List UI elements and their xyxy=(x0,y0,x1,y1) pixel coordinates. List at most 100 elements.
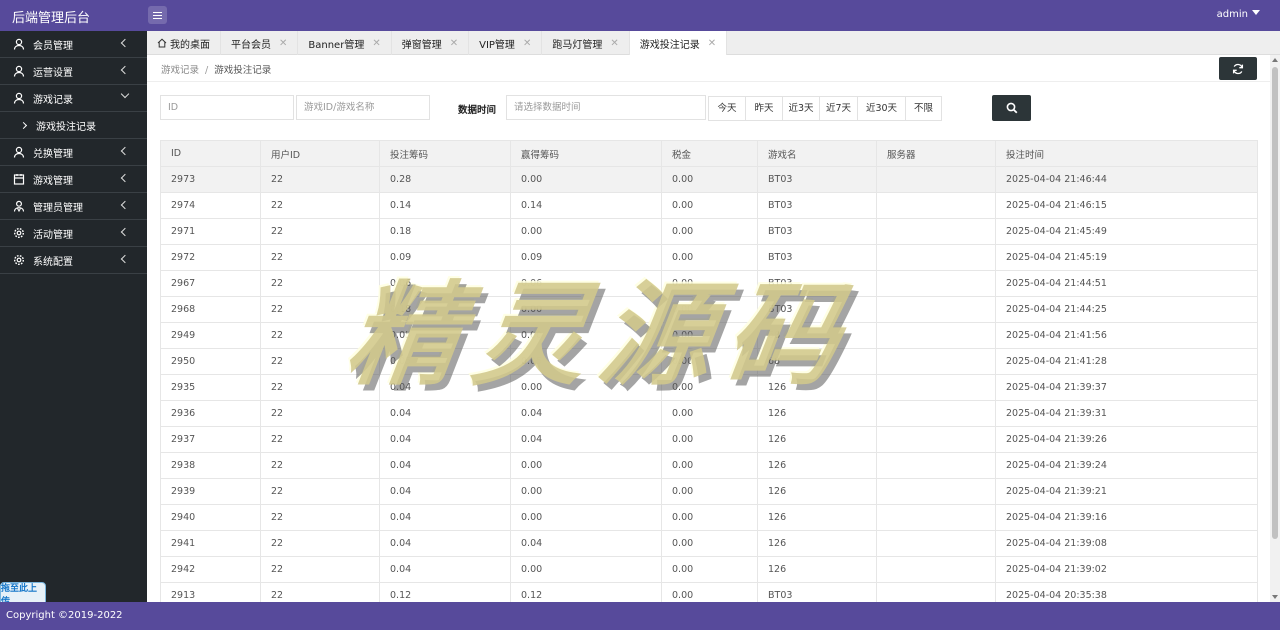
sidebar-item[interactable]: 运营设置 xyxy=(0,58,147,85)
table-cell: 0.00 xyxy=(661,400,758,427)
quick-range-button[interactable]: 今天 xyxy=(708,96,746,121)
table-row[interactable]: 2950 22 0.05 0.05 0.00 68 2025-04-04 21:41:28 xyxy=(160,348,1258,375)
quick-range-button[interactable]: 近3天 xyxy=(783,96,820,121)
sidebar-item[interactable]: 系统配置 xyxy=(0,247,147,274)
sidebar-subitem[interactable]: 游戏投注记录 xyxy=(0,112,147,139)
user-menu[interactable]: admin xyxy=(1217,9,1260,20)
table-cell: 2940 xyxy=(160,504,261,531)
table-cell: 22 xyxy=(260,166,380,193)
close-icon[interactable]: ✕ xyxy=(610,38,618,49)
tab[interactable]: 弹窗管理 ✕ xyxy=(392,31,470,55)
tab[interactable]: 平台会员 ✕ xyxy=(221,31,299,55)
scroll-up-icon[interactable] xyxy=(1272,58,1278,62)
quick-range-button[interactable]: 昨天 xyxy=(746,96,783,121)
table-row[interactable]: 2936 22 0.04 0.04 0.00 126 2025-04-04 21:39:31 xyxy=(160,400,1258,427)
table-cell: 126 xyxy=(757,504,877,531)
sidebar-item[interactable]: 管理员管理 xyxy=(0,193,147,220)
table-row[interactable]: 2973 22 0.28 0.00 0.00 BT03 2025-04-04 21:46:4… xyxy=(160,166,1258,193)
column-header[interactable]: 税金 xyxy=(661,140,758,167)
close-icon[interactable]: ✕ xyxy=(372,38,380,49)
table-cell: 0.04 xyxy=(379,426,511,453)
table-cell: 0.00 xyxy=(661,296,758,323)
table-row[interactable]: 2940 22 0.04 0.00 0.00 126 2025-04-04 21:39:16 xyxy=(160,504,1258,531)
table-row[interactable]: 2968 22 0.18 0.00 0.00 BT03 2025-04-04 21:44:2… xyxy=(160,296,1258,323)
column-header[interactable]: 游戏名 xyxy=(757,140,877,167)
table-cell xyxy=(876,166,996,193)
quick-range-button[interactable]: 不限 xyxy=(906,96,942,121)
chevron-left-icon xyxy=(120,38,130,48)
id-input[interactable]: ID xyxy=(160,95,294,120)
table-cell: 2973 xyxy=(160,166,261,193)
table-cell: 126 xyxy=(757,530,877,557)
table-cell: 0.04 xyxy=(379,530,511,557)
table-cell: 2025-04-04 21:39:16 xyxy=(995,504,1258,531)
table-row[interactable]: 2972 22 0.09 0.09 0.00 BT03 2025-04-04 21:45:1… xyxy=(160,244,1258,271)
top-bar: 后端管理后台 admin xyxy=(0,0,1280,31)
column-header[interactable]: 服务器 xyxy=(876,140,996,167)
table-row[interactable]: 2939 22 0.04 0.00 0.00 126 2025-04-04 21:39:21 xyxy=(160,478,1258,505)
sidebar-item-label: 活动管理 xyxy=(33,229,73,241)
quick-range-button[interactable]: 近30天 xyxy=(858,96,906,121)
column-header[interactable]: 用户ID xyxy=(260,140,380,167)
table-cell: 0.09 xyxy=(510,244,662,271)
table-row[interactable]: 2938 22 0.04 0.00 0.00 126 2025-04-04 21:39:24 xyxy=(160,452,1258,479)
close-icon[interactable]: ✕ xyxy=(523,38,531,49)
sidebar-item-label: 会员管理 xyxy=(33,40,73,52)
table-cell: 22 xyxy=(260,192,380,219)
table-cell: 126 xyxy=(757,374,877,401)
table-cell: 0.04 xyxy=(379,400,511,427)
table-row[interactable]: 2941 22 0.04 0.04 0.00 126 2025-04-04 21:39:08 xyxy=(160,530,1258,557)
close-icon[interactable]: ✕ xyxy=(279,38,287,49)
table-row[interactable]: 2974 22 0.14 0.14 0.00 BT03 2025-04-04 21:46:1… xyxy=(160,192,1258,219)
table-row[interactable]: 2935 22 0.04 0.00 0.00 126 2025-04-04 21:39:37 xyxy=(160,374,1258,401)
table-row[interactable]: 2967 22 0.06 0.06 0.00 BT03 2025-04-04 21:44:5… xyxy=(160,270,1258,297)
table-row[interactable]: 2942 22 0.04 0.00 0.00 126 2025-04-04 21:39:02 xyxy=(160,556,1258,583)
table-row[interactable]: 2949 22 0.05 0.00 0.00 68 2025-04-04 21:41:56 xyxy=(160,322,1258,349)
breadcrumb-parent[interactable]: 游戏记录 xyxy=(161,65,199,76)
column-header[interactable]: ID xyxy=(160,140,261,167)
table-cell: 2025-04-04 21:39:26 xyxy=(995,426,1258,453)
tab[interactable]: 游戏投注记录 ✕ xyxy=(629,31,728,55)
scroll-thumb[interactable] xyxy=(1272,67,1278,539)
tab-label: 弹窗管理 xyxy=(401,39,442,51)
column-header[interactable]: 赢得筹码 xyxy=(510,140,662,167)
close-icon[interactable]: ✕ xyxy=(450,38,458,49)
column-header[interactable]: 投注时间 xyxy=(995,140,1258,167)
search-button[interactable] xyxy=(992,95,1031,121)
table-cell: 0.04 xyxy=(379,556,511,583)
menu-toggle-button[interactable] xyxy=(148,6,167,24)
table-cell: 2025-04-04 21:39:37 xyxy=(995,374,1258,401)
chevron-left-icon xyxy=(120,200,130,210)
close-icon[interactable]: ✕ xyxy=(708,38,716,49)
sidebar-item[interactable]: 活动管理 xyxy=(0,220,147,247)
sidebar-item[interactable]: 兑换管理 xyxy=(0,139,147,166)
sidebar-item[interactable]: 游戏记录 xyxy=(0,85,147,112)
tab[interactable]: 我的桌面 xyxy=(147,31,221,55)
time-range-input[interactable]: 请选择数据时间 xyxy=(506,95,706,120)
sidebar-item[interactable]: 会员管理 xyxy=(0,31,147,58)
table-cell xyxy=(876,192,996,219)
scroll-down-icon[interactable] xyxy=(1272,595,1278,599)
tab-label: 游戏投注记录 xyxy=(639,39,700,51)
table-cell: 2025-04-04 21:46:44 xyxy=(995,166,1258,193)
table-cell xyxy=(876,452,996,479)
table-cell: 68 xyxy=(757,348,877,375)
table-cell: 0.00 xyxy=(510,374,662,401)
tab[interactable]: 跑马灯管理 ✕ xyxy=(542,31,630,55)
table-cell: 0.00 xyxy=(510,478,662,505)
table-cell: 0.00 xyxy=(661,452,758,479)
table-row[interactable]: 2937 22 0.04 0.04 0.00 126 2025-04-04 21:39:26 xyxy=(160,426,1258,453)
table-cell: 0.00 xyxy=(661,348,758,375)
game-search-input[interactable]: 游戏ID/游戏名称 xyxy=(296,95,430,120)
tab[interactable]: Banner管理 ✕ xyxy=(298,31,392,55)
sidebar-item-label: 兑换管理 xyxy=(33,148,73,160)
column-header[interactable]: 投注筹码 xyxy=(379,140,511,167)
page-scrollbar[interactable] xyxy=(1270,55,1280,602)
table-cell: 126 xyxy=(757,426,877,453)
table-cell: 0.05 xyxy=(379,322,511,349)
refresh-button[interactable] xyxy=(1219,57,1257,80)
sidebar-item[interactable]: 游戏管理 xyxy=(0,166,147,193)
quick-range-button[interactable]: 近7天 xyxy=(820,96,858,121)
table-row[interactable]: 2971 22 0.18 0.00 0.00 BT03 2025-04-04 21:45:4… xyxy=(160,218,1258,245)
tab[interactable]: VIP管理 ✕ xyxy=(469,31,543,55)
